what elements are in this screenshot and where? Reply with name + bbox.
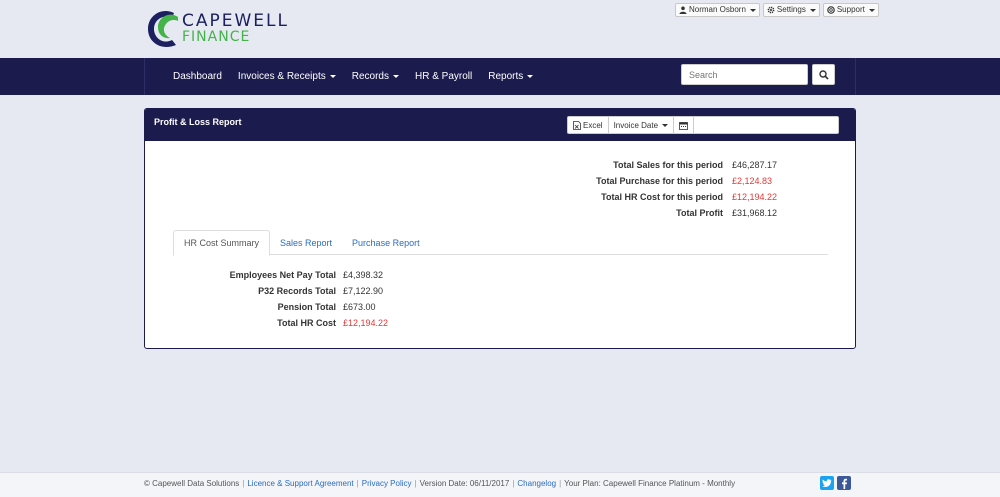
report-toolbar: Excel Invoice Date [567,116,840,134]
privacy-link[interactable]: Privacy Policy [362,479,412,488]
total-hr-cost-row: Total HR Cost for this period £12,194.22 [532,189,782,205]
list-item: Employees Net Pay Total £4,398.32 [229,270,384,280]
copyright-text: © Capewell Data Solutions [144,479,240,488]
user-icon [679,6,687,14]
total-sales-row: Total Sales for this period £46,287.17 [532,157,782,173]
twitter-icon [822,478,832,487]
support-label: Support [836,5,865,14]
calendar-icon [679,121,688,130]
tab-sales-report[interactable]: Sales Report [270,230,342,255]
page-footer: © Capewell Data Solutions | Licence & Supp… [0,472,1000,497]
footer-text: © Capewell Data Solutions | Licence & Supp… [144,479,736,488]
caret-down-icon [393,75,399,78]
plan-text: Your Plan: Capewell Finance Platinum - M… [564,479,736,488]
logo-name-line2: FINANCE [182,29,251,45]
caret-down-icon [527,75,534,78]
calendar-button[interactable] [673,116,695,134]
support-dropdown[interactable]: Support [822,3,879,17]
gear-icon [767,6,775,14]
nav-item-invoices-receipts[interactable]: Invoices & Receipts [230,71,344,82]
logo-mark-icon [148,10,178,48]
period-totals: Total Sales for this period £46,287.17 T… [532,157,782,221]
total-purchase-value: £2,124.83 [732,176,773,186]
changelog-link[interactable]: Changelog [517,479,556,488]
file-excel-icon [573,120,581,130]
excel-export-button[interactable]: Excel [567,116,609,134]
panel-header: Profit & Loss Report Excel Invoice Date [145,109,855,141]
date-range-input[interactable] [693,116,840,134]
logo-name-line1: CAPEWELL [182,11,289,31]
facebook-button[interactable] [837,476,851,490]
settings-label: Settings [776,5,806,14]
nav-item-dashboard[interactable]: Dashboard [163,71,230,82]
twitter-button[interactable] [820,476,834,490]
list-item: Total HR Cost £12,194.22 [277,318,389,328]
total-profit-row: Total Profit £31,968.12 [532,205,782,221]
caret-down-icon [662,123,669,127]
page-header: CAPEWELL FINANCE Norman Osborn Settings [0,0,1000,58]
search-icon [818,69,829,80]
nav-menu: Dashboard Invoices & Receipts Records HR… [163,58,541,95]
total-hr-cost-value: £12,194.22 [732,192,778,202]
report-tabs: HR Cost Summary Sales Report Purchase Re… [173,230,828,256]
nav-item-records[interactable]: Records [344,71,407,82]
user-name: Norman Osborn [689,5,746,14]
lifebuoy-icon [827,6,835,14]
tab-hr-cost-summary[interactable]: HR Cost Summary [173,230,271,256]
total-profit-value: £31,968.12 [732,208,778,218]
nav-item-reports[interactable]: Reports [480,71,541,82]
caret-down-icon [749,8,756,12]
user-dropdown[interactable]: Norman Osborn [675,3,760,17]
settings-dropdown[interactable]: Settings [762,3,820,17]
list-item: Pension Total £673.00 [277,302,376,312]
caret-down-icon [329,75,336,78]
main-navbar: Dashboard Invoices & Receipts Records HR… [0,58,1000,95]
capewell-logo[interactable]: CAPEWELL FINANCE [144,5,287,51]
tab-purchase-report[interactable]: Purchase Report [342,230,430,255]
version-date: Version Date: 06/11/2017 [419,479,510,488]
invoice-date-dropdown[interactable]: Invoice Date [607,116,675,134]
panel-title: Profit & Loss Report [154,117,242,127]
facebook-icon [842,478,847,489]
profit-loss-panel: Profit & Loss Report Excel Invoice Date [144,108,856,349]
user-menu: Norman Osborn Settings Support [675,3,879,17]
hr-cost-summary: Employees Net Pay Total £4,398.32 P32 Re… [145,267,388,331]
search-input[interactable] [681,64,808,85]
licence-link[interactable]: Licence & Support Agreement [247,479,353,488]
caret-down-icon [809,8,816,12]
list-item: P32 Records Total £7,122.90 [258,286,384,296]
social-links [820,476,851,490]
total-sales-value: £46,287.17 [732,160,778,170]
total-purchase-row: Total Purchase for this period £2,124.83 [532,173,782,189]
nav-item-hr-payroll[interactable]: HR & Payroll [407,71,480,82]
caret-down-icon [868,8,875,12]
search-button[interactable] [812,64,835,85]
